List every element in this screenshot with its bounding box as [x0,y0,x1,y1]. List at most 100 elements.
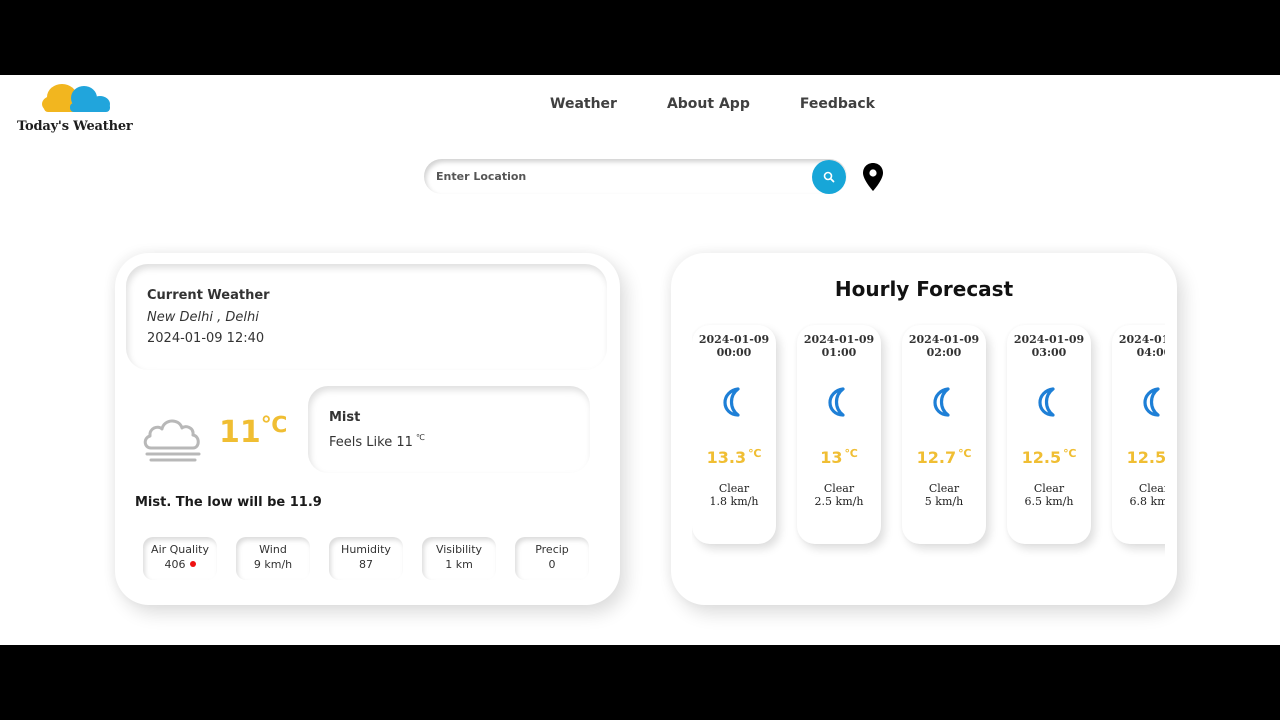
location-pin-icon [863,163,883,191]
hour-wind: 2.5 km/h [814,495,864,508]
hour-temperature: 12.7 ℃ [902,447,986,467]
stat-label: Visibility [435,543,483,556]
aqi-status-dot [189,561,196,567]
feels-like-unit: ℃ [415,433,425,442]
search-bar [424,159,847,194]
stat-value: 9 km/h [253,558,293,571]
hour-time: 04:00 [1136,346,1165,359]
stat-value: 87 [359,558,373,571]
hour-condition-text: Clear [718,482,750,495]
feels-like: Feels Like 11 ℃ [329,433,425,450]
app-logo[interactable]: Today's Weather [16,79,146,139]
current-weather-header: Current Weather New Delhi , Delhi 2024-0… [126,264,607,370]
moon-icon [1141,387,1165,421]
current-datetime: 2024-01-09 12:40 [147,331,265,346]
hour-datetime: 2024-01-09 00:00 [692,325,776,359]
condition-box: Mist Feels Like 11 ℃ [308,386,590,473]
hour-condition-text: Clear [823,482,855,495]
page: Today's Weather Weather About App Feedba… [0,75,1280,645]
hour-wind: 6.8 km/h [1129,495,1165,508]
hour-card: 2024-01-09 01:00 13 ℃ Clear 2.5 km/h [797,325,881,544]
hour-card: 2024-01-09 03:00 12.5 ℃ Clear 6.5 km/h [1007,325,1091,544]
hour-date: 2024-01-09 [1118,333,1165,346]
hour-temperature: 13 ℃ [797,447,881,467]
logo-cloud-icon [42,84,110,112]
hour-datetime: 2024-01-09 02:00 [902,325,986,359]
stats-row: Air Quality 406 Wind 9 km/h Humidity 87 … [143,537,589,580]
stat-humidity: Humidity 87 [329,537,403,580]
search-icon [823,171,835,183]
hour-temp-unit: ℃ [748,447,762,460]
stat-label: Air Quality [151,543,209,556]
current-weather-title: Current Weather [147,288,270,303]
condition-label: Mist [329,410,361,425]
hourly-scroll-area[interactable]: 2024-01-09 00:00 13.3 ℃ Clear 1.8 km/h 2024-01… [692,323,1165,563]
hour-temperature: 12.5℃ [1007,447,1091,467]
hour-condition: Clear 1.8 km/h [692,482,776,508]
weather-summary: Mist. The low will be 11.9 [135,495,322,510]
stat-value: 0 [548,558,556,571]
hour-date: 2024-01-09 [803,333,875,346]
moon-icon [826,387,852,421]
hour-temp-unit: ℃ [958,447,972,460]
hour-wind: 6.5 km/h [1024,495,1074,508]
stat-precip: Precip 0 [515,537,589,580]
hour-wind: 1.8 km/h [709,495,759,508]
stat-value: 406 [164,558,186,571]
stat-label: Precip [535,543,569,556]
cloud-icon [143,419,201,462]
hour-temperature: 13.3 ℃ [692,447,776,467]
hour-condition: Clear 6.5 km/h [1007,482,1091,508]
current-location: New Delhi , Delhi [147,310,259,325]
stat-label: Humidity [341,543,391,556]
stat-visibility: Visibility 1 km [422,537,496,580]
feels-like-text: Feels Like 11 [329,435,413,450]
logo-text: Today's Weather [17,119,133,134]
hour-temp-value: 13.3 [706,448,747,467]
hour-temp-value: 12.5 [1126,448,1165,467]
nav-feedback[interactable]: Feedback [800,96,875,112]
hour-date: 2024-01-09 [698,333,770,346]
moon-icon [1036,387,1062,421]
stat-label: Wind [259,543,287,556]
hour-card: 2024-01-09 02:00 12.7 ℃ Clear 5 km/h [902,325,986,544]
hour-temperature: 12.5℃ [1112,448,1165,467]
stat-wind: Wind 9 km/h [236,537,310,580]
nav-about-app[interactable]: About App [667,96,750,112]
hour-temp-value: 12.7 [916,448,957,467]
hour-condition: Clear 2.5 km/h [797,482,881,508]
hour-condition-text: Clear [1138,482,1165,495]
hour-temp-unit: ℃ [1063,447,1077,460]
hour-condition: Clear 5 km/h [902,482,986,508]
location-search-input[interactable] [436,159,811,194]
hour-condition: Clear6.8 km/h [1112,482,1165,508]
hour-temp-value: 12.5 [1021,448,1062,467]
hour-datetime: 2024-01-09 03:00 [1007,325,1091,359]
moon-icon [931,387,957,421]
hour-time: 01:00 [821,346,857,359]
current-temp-value: 11 [219,415,261,450]
hour-datetime: 2024-01-09 01:00 [797,325,881,359]
hour-condition-text: Clear [928,482,960,495]
nav-weather[interactable]: Weather [550,96,617,112]
hourly-forecast-title: Hourly Forecast [834,277,1014,301]
hour-date: 2024-01-09 [908,333,980,346]
hour-temp-value: 13 [820,448,843,467]
hour-temp-unit: ℃ [844,447,858,460]
hour-card: 2024-01-0904:00 12.5℃ Clear6.8 km/h [1112,325,1165,544]
stat-air-quality: Air Quality 406 [143,537,217,580]
hour-time: 00:00 [716,346,752,359]
hour-datetime: 2024-01-0904:00 [1112,325,1165,359]
hour-wind: 5 km/h [924,495,964,508]
current-temp-unit: ℃ [260,413,288,438]
stat-value: 1 km [445,558,473,571]
hourly-forecast-card: Hourly Forecast 2024-01-09 00:00 13.3 ℃ Clea… [671,253,1177,605]
hour-card: 2024-01-09 00:00 13.3 ℃ Clear 1.8 km/h [692,325,776,544]
main-nav: Weather About App Feedback [550,96,925,112]
search-button[interactable] [812,160,846,194]
current-location-button[interactable] [861,162,885,192]
hour-condition-text: Clear [1033,482,1065,495]
hour-date: 2024-01-09 [1013,333,1085,346]
hourly-track: 2024-01-09 00:00 13.3 ℃ Clear 1.8 km/h 2024-01… [692,323,1165,544]
current-temperature: 11℃ [219,413,288,450]
